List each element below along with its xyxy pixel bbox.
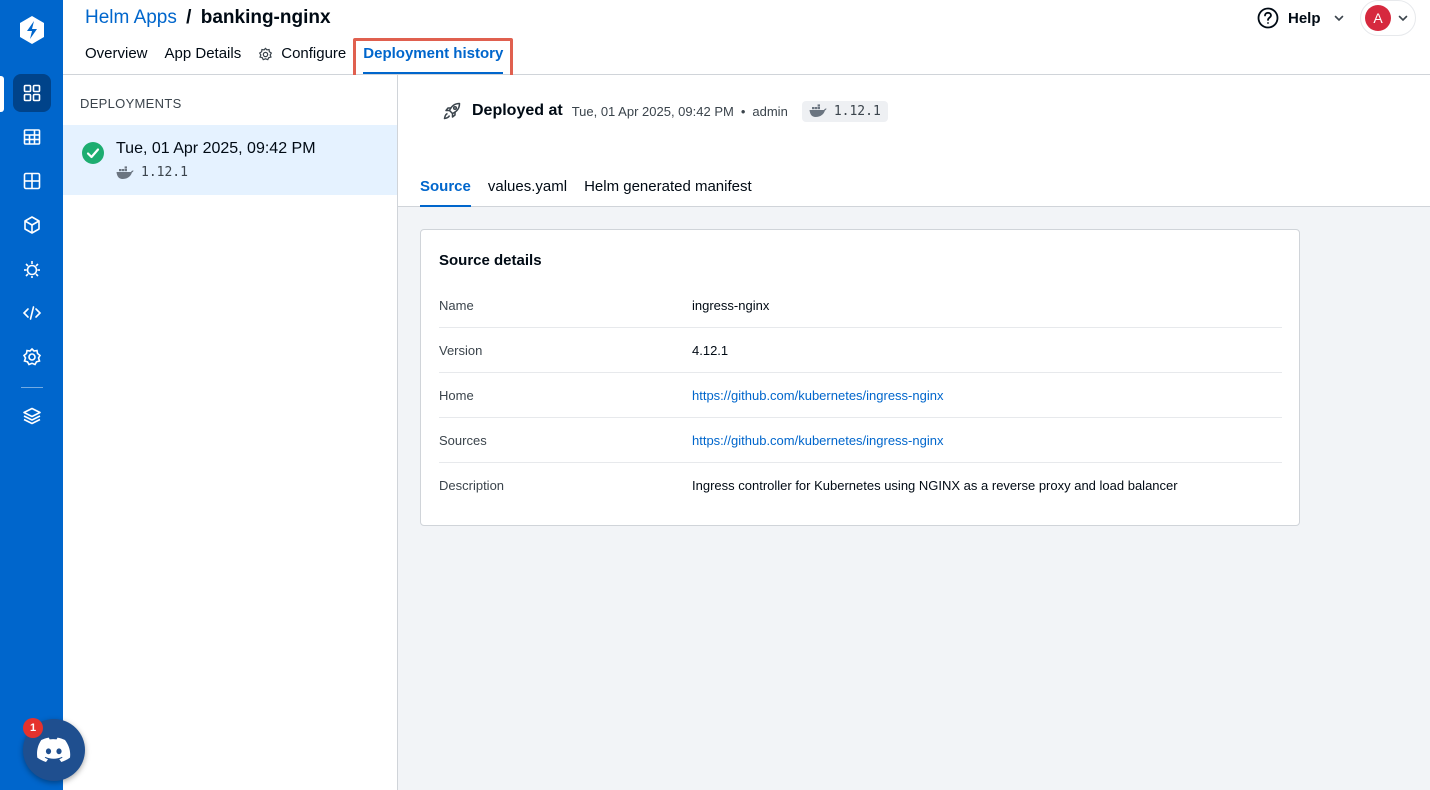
deployed-time: Tue, 01 Apr 2025, 09:42 PM [571, 103, 734, 119]
deployments-title: DEPLOYMENTS [80, 96, 182, 111]
breadcrumb-separator: / [186, 7, 192, 28]
detail-row-sources: Sources https://github.com/kubernetes/in… [439, 418, 1282, 463]
home-link[interactable]: https://github.com/kubernetes/ingress-ng… [692, 388, 943, 403]
tab-overview[interactable]: Overview [85, 44, 148, 75]
deployed-info: Deployed at Tue, 01 Apr 2025, 09:42 PM •… [442, 99, 888, 123]
rocket-icon [443, 102, 461, 120]
row-key: Name [439, 297, 474, 313]
nav-divider [21, 387, 43, 388]
deployment-date: Tue, 01 Apr 2025, 09:42 PM [116, 140, 316, 157]
nav-code-icon[interactable] [13, 294, 51, 332]
breadcrumb-app-name: banking-nginx [200, 7, 331, 28]
row-value: 4.12.1 [692, 342, 729, 358]
row-value: ingress-nginx [692, 297, 770, 313]
user-menu[interactable]: A [1360, 0, 1416, 36]
gear-icon [259, 47, 273, 61]
detail-row-version: Version 4.12.1 [439, 328, 1282, 373]
nav-rail [0, 0, 63, 790]
source-details-title: Source details [439, 252, 542, 269]
deployed-by: admin [752, 103, 788, 119]
deployment-list-item[interactable]: Tue, 01 Apr 2025, 09:42 PM 1.12.1 [63, 125, 397, 195]
breadcrumb-helm-apps-link[interactable]: Helm Apps [85, 7, 177, 28]
row-key: Sources [439, 432, 487, 448]
source-details-card: Source details Name ingress-nginx Versio… [420, 229, 1300, 526]
avatar: A [1365, 5, 1391, 31]
sources-link[interactable]: https://github.com/kubernetes/ingress-ng… [692, 433, 943, 448]
nav-active-indicator [0, 76, 4, 112]
detail-row-name: Name ingress-nginx [439, 283, 1282, 328]
tab-helm-manifest[interactable]: Helm generated manifest [584, 177, 752, 207]
devtron-logo-icon[interactable] [16, 14, 48, 46]
detail-tabs: Source values.yaml Helm generated manife… [420, 177, 769, 207]
tab-app-details[interactable]: App Details [165, 44, 242, 75]
help-icon [1257, 7, 1279, 29]
deployed-at-label: Deployed at [472, 102, 563, 119]
nav-apps-icon[interactable] [13, 74, 51, 112]
chevron-down-icon [1334, 15, 1343, 22]
nav-charts-icon[interactable] [13, 206, 51, 244]
chevron-down-icon [1398, 15, 1408, 22]
discord-icon [37, 737, 71, 762]
deployment-image-tag: 1.12.1 [116, 165, 188, 180]
nav-security-icon[interactable] [13, 250, 51, 288]
docker-icon [809, 104, 827, 117]
row-value: Ingress controller for Kubernetes using … [692, 478, 1178, 493]
row-key: Home [439, 387, 474, 403]
success-check-icon [82, 142, 104, 164]
nav-resource-browser-icon[interactable] [13, 162, 51, 200]
deployment-detail-header: Deployed at Tue, 01 Apr 2025, 09:42 PM •… [398, 75, 1430, 207]
deployment-detail: Deployed at Tue, 01 Apr 2025, 09:42 PM •… [398, 75, 1430, 790]
tab-values-yaml[interactable]: values.yaml [488, 177, 567, 207]
image-tag-text: 1.12.1 [833, 103, 881, 119]
meta-separator: • [740, 103, 746, 119]
source-details-rows: Name ingress-nginx Version 4.12.1 Home h… [439, 283, 1282, 508]
docker-icon [116, 165, 134, 179]
row-key: Version [439, 342, 483, 358]
app-header: Helm Apps / banking-nginx Overview App D… [63, 0, 1430, 83]
tab-source[interactable]: Source [420, 177, 471, 207]
help-label: Help [1288, 9, 1321, 27]
chat-notification-badge: 1 [23, 718, 43, 738]
deployment-tag-text: 1.12.1 [141, 165, 188, 180]
deployments-panel: DEPLOYMENTS Tue, 01 Apr 2025, 09:42 PM 1… [63, 75, 398, 790]
nav-settings-icon[interactable] [13, 338, 51, 376]
breadcrumb: Helm Apps / banking-nginx [85, 7, 331, 29]
nav-stack-manager-icon[interactable] [13, 397, 51, 435]
nav-app-groups-icon[interactable] [13, 118, 51, 156]
detail-row-home: Home https://github.com/kubernetes/ingre… [439, 373, 1282, 418]
tab-configure[interactable]: Configure [258, 44, 346, 75]
row-key: Description [439, 478, 505, 493]
help-menu[interactable]: Help [1257, 6, 1345, 30]
detail-row-description: Description Ingress controller for Kuber… [439, 463, 1282, 508]
image-tag-chip: 1.12.1 [801, 100, 888, 122]
tab-configure-label: Configure [281, 45, 347, 62]
